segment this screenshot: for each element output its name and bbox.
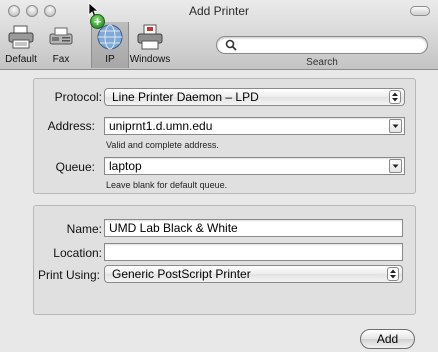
toolbar-toggle-button[interactable] <box>410 6 430 16</box>
name-value: UMD Lab Black & White <box>109 221 238 235</box>
queue-hint: Leave blank for default queue. <box>106 180 228 190</box>
protocol-value: Line Printer Daemon – LPD <box>112 90 259 104</box>
updown-arrows-icon <box>387 267 399 281</box>
queue-value: laptop <box>109 159 142 173</box>
name-field[interactable]: UMD Lab Black & White <box>104 219 403 237</box>
address-value: uniprnt1.d.umn.edu <box>109 119 213 133</box>
print-using-value: Generic PostScript Printer <box>112 267 251 281</box>
window-title: Add Printer <box>188 4 250 18</box>
address-label: Address: <box>47 119 95 133</box>
add-printer-window: Add Printer Default Fax IP Windows Searc… <box>0 0 438 352</box>
toolbar-default-button[interactable]: Default <box>2 22 40 68</box>
toolbar-fax-button[interactable]: Fax <box>44 22 78 68</box>
queue-label: Queue: <box>55 160 95 174</box>
toolbar-windows-label: Windows <box>129 54 171 65</box>
print-using-label: Print Using: <box>37 268 100 282</box>
name-label: Name: <box>66 222 102 236</box>
toolbar-default-label: Default <box>5 54 37 65</box>
chevron-down-icon[interactable] <box>389 119 402 133</box>
updown-arrows-icon <box>389 90 401 104</box>
search-icon <box>225 39 237 54</box>
location-label: Location: <box>53 246 102 260</box>
printer-icon <box>5 22 37 52</box>
toolbar-ip-label: IP <box>105 54 115 65</box>
chevron-down-icon[interactable] <box>389 159 402 173</box>
toolbar-windows-button[interactable]: Windows <box>128 22 172 68</box>
search-label: Search <box>306 57 338 68</box>
protocol-popup[interactable]: Line Printer Daemon – LPD <box>104 88 405 106</box>
fax-icon <box>45 22 77 52</box>
add-button[interactable]: Add <box>360 329 415 349</box>
windows-printer-icon <box>134 22 166 52</box>
location-field[interactable] <box>104 243 403 261</box>
print-using-popup[interactable]: Generic PostScript Printer <box>104 265 403 283</box>
add-plus-badge-icon: + <box>90 14 105 29</box>
protocol-label: Protocol: <box>54 90 102 104</box>
search-input[interactable] <box>216 36 428 54</box>
queue-combobox[interactable]: laptop <box>104 157 405 175</box>
address-hint: Valid and complete address. <box>106 140 219 150</box>
toolbar-fax-label: Fax <box>52 54 70 65</box>
title-toolbar: Add Printer Default Fax IP Windows Searc… <box>0 0 438 70</box>
address-combobox[interactable]: uniprnt1.d.umn.edu <box>104 117 405 135</box>
